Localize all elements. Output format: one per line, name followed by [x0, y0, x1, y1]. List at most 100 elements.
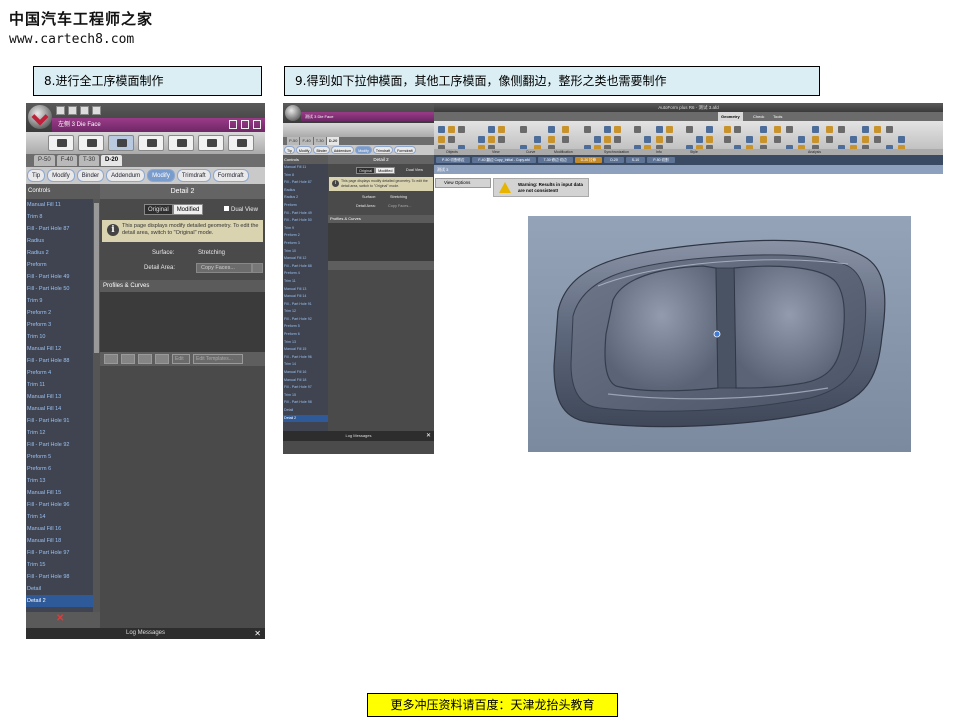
ribbon-tool-icon[interactable] [448, 126, 455, 133]
minimize-icon[interactable] [229, 120, 237, 129]
s1-tree-item[interactable]: Radius 2 [26, 247, 100, 259]
close-log-icon[interactable]: ✕ [254, 628, 261, 639]
3d-viewport[interactable] [528, 216, 911, 452]
tab-p-50-2[interactable]: P-50 [287, 137, 300, 145]
ribbon-tool-icon[interactable] [488, 136, 495, 143]
s1-tree-item[interactable]: Preform 3 [26, 319, 100, 331]
s2-tree-item[interactable]: Fill - Part Hole 96 [283, 354, 328, 362]
ribbon-tool-icon[interactable] [562, 126, 569, 133]
tab-p-50[interactable]: P-50 [34, 155, 55, 166]
ribbon-tool-icon[interactable] [786, 126, 793, 133]
app-logo-icon-2[interactable] [285, 105, 301, 121]
s2-tree-item[interactable]: Preform [283, 202, 328, 210]
undo-icon[interactable] [80, 106, 89, 115]
chevron-down-icon[interactable] [252, 263, 263, 273]
ribbon-tool-icon[interactable] [548, 136, 555, 143]
ribbon-tool-icon[interactable] [826, 126, 833, 133]
s2-tree-item[interactable]: Radius 2 [283, 194, 328, 202]
report-tool-icon[interactable] [198, 135, 224, 151]
s1-tree-item[interactable]: Manual Fill 12 [26, 343, 100, 355]
scrollbar-thumb[interactable] [94, 203, 99, 353]
tab-f-40[interactable]: F-40 [56, 155, 78, 166]
s1-tree-item[interactable]: Preform 6 [26, 463, 100, 475]
ribbon-tool-icon[interactable] [604, 126, 611, 133]
s1-tree-item[interactable]: Trim 12 [26, 427, 100, 439]
redo-icon[interactable] [92, 106, 101, 115]
die-face-tool-icon[interactable] [168, 135, 194, 151]
ribbon-tool-icon[interactable] [760, 126, 767, 133]
subtab-formdraft[interactable]: Formdraft [212, 169, 249, 182]
s2-tree-item[interactable]: Fill - Part Hole 87 [283, 179, 328, 187]
curve-tool-1-icon[interactable] [104, 354, 118, 364]
subtab-binder[interactable]: Binder [76, 169, 105, 182]
s1-tree-item[interactable]: Radius [26, 235, 100, 247]
ribbon-tool-icon[interactable] [812, 136, 819, 143]
s1-tree-item[interactable]: Manual Fill 18 [26, 535, 100, 547]
ribbon-tool-icon[interactable] [850, 136, 857, 143]
s2-tree-item[interactable]: Trim 13 [283, 339, 328, 347]
detail-area-value-2[interactable]: Copy Faces... [388, 203, 411, 209]
ribbon-tab-tools[interactable]: Tools [770, 112, 785, 121]
tab-t-30[interactable]: T-30 [79, 155, 100, 166]
ribbon-tool-icon[interactable] [862, 126, 869, 133]
s2-tree-item[interactable]: Fill - Part Hole 91 [283, 301, 328, 309]
ribbon-tool-icon[interactable] [696, 136, 703, 143]
ribbon-tool-icon[interactable] [488, 126, 495, 133]
ribbon-tool-icon[interactable] [706, 136, 713, 143]
curve-tool-2-icon[interactable] [121, 354, 135, 364]
s2-tree-item[interactable]: Preform 6 [283, 331, 328, 339]
s2-tree-item[interactable]: Trim 10 [283, 248, 328, 256]
subtab-addendum-2[interactable]: Addendum [330, 146, 355, 154]
s1-tree-item[interactable]: Fill - Part Hole 50 [26, 283, 100, 295]
s2-tree-item[interactable]: Preform 2 [283, 232, 328, 240]
ribbon-tool-icon[interactable] [798, 136, 805, 143]
view-options-button[interactable]: View Options [435, 178, 491, 188]
s2-tree-item[interactable]: Manual Fill 16 [283, 369, 328, 377]
s1-tree-item[interactable]: Fill - Part Hole 98 [26, 571, 100, 583]
s2-tree-item[interactable]: Preform 5 [283, 323, 328, 331]
ribbon-tool-icon[interactable] [548, 126, 555, 133]
step-tab-p-50[interactable]: P-50 切割修边 [436, 157, 471, 163]
ribbon-tool-icon[interactable] [534, 136, 541, 143]
s1-tree-item[interactable]: Trim 8 [26, 211, 100, 223]
s1-tree-item[interactable]: Manual Fill 13 [26, 391, 100, 403]
s2-tree-item[interactable]: Trim 8 [283, 172, 328, 180]
s2-tree-item[interactable]: Manual Fill 18 [283, 377, 328, 385]
s2-tree-item[interactable]: Trim 15 [283, 392, 328, 400]
s1-tree-item[interactable]: Preform [26, 259, 100, 271]
tab-f-40-2[interactable]: F-40 [300, 137, 313, 145]
s2-tree-item[interactable]: Fill - Part Hole 98 [283, 399, 328, 407]
s1-tree-item[interactable]: Trim 14 [26, 511, 100, 523]
ribbon-tool-icon[interactable] [706, 126, 713, 133]
delete-icon[interactable]: ✕ [56, 614, 64, 624]
s1-tree-item[interactable]: Detail [26, 583, 100, 595]
eraser-icon[interactable] [155, 354, 169, 364]
original-mode-button-2[interactable]: Original [356, 167, 376, 174]
step-tab-d-20[interactable]: D-20 拉伸 [574, 157, 603, 163]
ribbon-tool-icon[interactable] [812, 126, 819, 133]
step-tab-p-50b[interactable]: P-50 切割 [647, 157, 675, 163]
subtab-modify-2[interactable]: Modify [147, 169, 175, 182]
curve-tool-3-icon[interactable] [138, 354, 152, 364]
ribbon-tab-geometry[interactable]: Geometry [718, 112, 743, 121]
modified-mode-button-2[interactable]: Modified [375, 167, 396, 174]
s1-tree-item[interactable]: Trim 9 [26, 295, 100, 307]
subtab-addendum[interactable]: Addendum [106, 169, 146, 182]
detail-area-dropdown[interactable]: Copy Faces... [196, 263, 263, 273]
binder-tool-icon[interactable] [78, 135, 104, 151]
ribbon-tool-icon[interactable] [666, 136, 673, 143]
s1-tree-item[interactable]: Detail 2 [26, 595, 100, 607]
s2-tree-item[interactable]: Trim 9 [283, 225, 328, 233]
s1-tree-item[interactable]: Trim 15 [26, 559, 100, 571]
s1-tree-item[interactable]: Preform 5 [26, 451, 100, 463]
s1-tree-item[interactable]: Trim 11 [26, 379, 100, 391]
app-logo-icon[interactable] [28, 105, 52, 129]
new-file-icon[interactable] [56, 106, 65, 115]
close-log-icon-2[interactable]: ✕ [426, 431, 431, 441]
s1-tree-item[interactable]: Manual Fill 15 [26, 487, 100, 499]
s2-tree-item[interactable]: Trim 14 [283, 361, 328, 369]
s2-tree-item[interactable]: Manual Fill 11 [283, 164, 328, 172]
step-tab-t-30[interactable]: T-30 修边 切边 [537, 157, 573, 163]
ribbon-tool-icon[interactable] [614, 126, 621, 133]
ribbon-tool-icon[interactable] [734, 126, 741, 133]
